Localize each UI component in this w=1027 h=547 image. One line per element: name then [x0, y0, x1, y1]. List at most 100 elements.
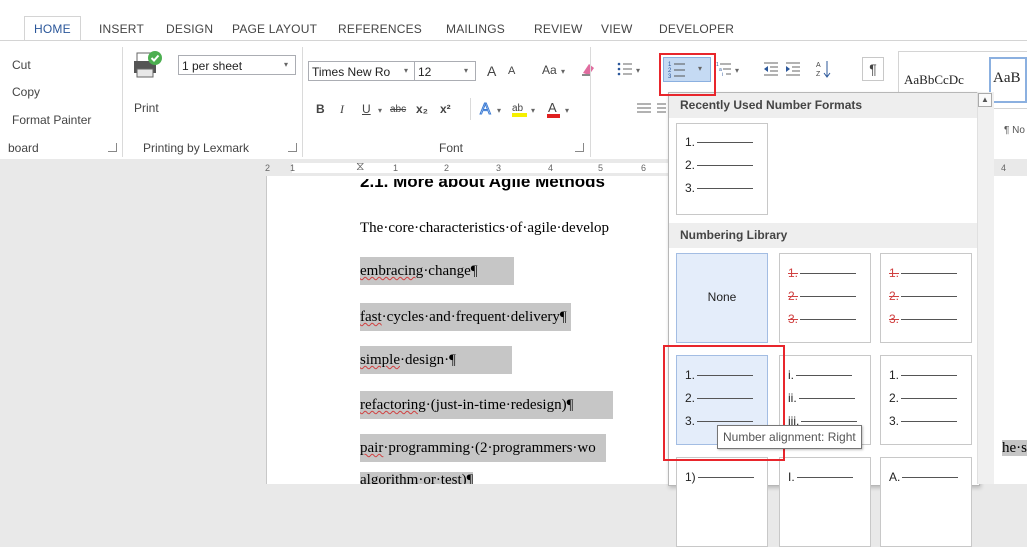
indent-marker-icon[interactable]: ⧖ — [356, 159, 364, 174]
copy-button[interactable]: Copy — [12, 85, 40, 99]
number-format-strikethrough[interactable]: 1. 2. 3. — [779, 253, 871, 343]
list-item-word: fast — [360, 309, 382, 325]
subscript-button[interactable]: x₂ — [416, 102, 428, 116]
tab-review[interactable]: REVIEW — [534, 22, 583, 36]
change-case-button[interactable]: Aa — [542, 63, 557, 77]
decrease-indent-icon[interactable] — [763, 61, 779, 77]
chevron-down-icon[interactable]: ▾ — [735, 66, 739, 75]
cut-button[interactable]: Cut — [12, 58, 31, 72]
printing-launcher-icon[interactable] — [288, 143, 297, 152]
numbering-button-highlight — [659, 53, 716, 96]
increase-indent-icon[interactable] — [785, 61, 801, 77]
list-item: refactoring·(just-in-time·redesign)¶ — [360, 391, 614, 419]
list-item-text: ·change¶ — [423, 263, 478, 279]
svg-text:Z: Z — [816, 71, 821, 78]
underline-button[interactable]: U — [362, 102, 371, 116]
chevron-down-icon[interactable]: ▾ — [404, 66, 408, 75]
style-heading-preview[interactable]: AaB — [993, 70, 1021, 87]
svg-text:A: A — [816, 62, 821, 69]
ruler-tick: 6 — [641, 163, 647, 173]
list-item-word: pair — [360, 440, 384, 456]
tab-home[interactable]: HOME — [24, 16, 81, 43]
bold-button[interactable]: B — [316, 102, 325, 116]
svg-text:A: A — [480, 101, 491, 117]
tab-view[interactable]: VIEW — [601, 22, 632, 36]
chevron-down-icon[interactable]: ▾ — [284, 60, 288, 69]
pages-per-sheet-select[interactable]: 1 per sheet — [178, 55, 296, 75]
ribbon-tab-bar: HOME INSERT DESIGN PAGE LAYOUT REFERENCE… — [0, 0, 1027, 43]
group-divider — [302, 47, 303, 157]
clipboard-launcher-icon[interactable] — [108, 143, 117, 152]
chevron-down-icon[interactable]: ▾ — [497, 106, 501, 115]
clipboard-group-label: board — [8, 141, 39, 155]
document-paragraph: The·core·characteristics·of·agile·develo… — [360, 220, 610, 236]
tooltip: Number alignment: Right — [717, 425, 862, 449]
clear-formatting-icon[interactable] — [580, 61, 596, 77]
tab-references[interactable]: REFERENCES — [338, 22, 422, 36]
list-item-text: ·design·¶ — [400, 352, 456, 368]
chevron-down-icon[interactable]: ▾ — [464, 66, 468, 75]
group-divider — [122, 47, 123, 157]
chevron-down-icon[interactable]: ▾ — [636, 66, 640, 75]
list-item-word: simple — [360, 352, 400, 368]
list-item-text: algorithm·or·test)¶ — [360, 472, 474, 484]
font-name-select[interactable]: Times New Ro — [308, 61, 415, 81]
tab-design[interactable]: DESIGN — [166, 22, 213, 36]
number-format-paren[interactable]: 1) — [676, 457, 768, 547]
list-item-text: ·cycles·and·frequent·delivery¶ — [381, 309, 567, 325]
font-launcher-icon[interactable] — [575, 143, 584, 152]
text-effects-icon[interactable]: A — [478, 99, 496, 119]
show-formatting-marks-icon[interactable]: ¶ — [862, 57, 884, 81]
number-format-alpha-upper[interactable]: A. — [880, 457, 972, 547]
tab-page-layout[interactable]: PAGE LAYOUT — [232, 22, 317, 36]
chevron-down-icon[interactable]: ▾ — [531, 106, 535, 115]
number-format-roman-upper[interactable]: I. — [779, 457, 871, 547]
ruler-tick: 1 — [393, 163, 399, 173]
chevron-down-icon[interactable]: ▾ — [561, 67, 565, 76]
number-format-numeric-alt[interactable]: 1. 2. 3. — [880, 355, 972, 445]
svg-text:ab: ab — [512, 103, 524, 114]
group-divider — [590, 47, 591, 157]
numbering-library-header: Numbering Library — [669, 223, 979, 248]
tab-mailings[interactable]: MAILINGS — [446, 22, 505, 36]
superscript-button[interactable]: x² — [440, 102, 451, 116]
svg-text:i: i — [722, 72, 723, 77]
chevron-down-icon[interactable]: ▾ — [565, 106, 569, 115]
list-item: simple·design·¶ — [360, 346, 512, 374]
list-item-text: ·programming·(2·programmers·wo — [383, 440, 596, 456]
list-item: fast·cycles·and·frequent·delivery¶ — [360, 303, 571, 331]
tab-developer[interactable]: DEVELOPER — [659, 22, 734, 36]
italic-button[interactable]: I — [340, 102, 344, 117]
list-item: algorithm·or·test)¶ — [360, 472, 474, 484]
ruler-tick: 3 — [496, 163, 502, 173]
print-button[interactable]: Print — [134, 101, 159, 115]
scroll-up-icon[interactable]: ▲ — [978, 93, 992, 107]
chevron-down-icon[interactable]: ▾ — [378, 106, 382, 115]
shrink-font-button[interactable]: A — [508, 65, 515, 77]
number-format-strikethrough[interactable]: 1. 2. 3. — [880, 253, 972, 343]
highlight-color-icon[interactable]: ab — [510, 99, 530, 119]
format-painter-button[interactable]: Format Painter — [12, 113, 91, 127]
number-format-none[interactable]: None — [676, 253, 768, 343]
multilevel-list-icon[interactable]: 1ai — [716, 61, 732, 78]
center-icon[interactable] — [656, 101, 666, 117]
style-normal-preview[interactable]: AaBbCcDc — [904, 72, 964, 88]
tab-insert[interactable]: INSERT — [99, 22, 144, 36]
grow-font-button[interactable]: A — [487, 63, 496, 79]
dropdown-scrollbar[interactable] — [977, 92, 994, 484]
recent-number-format[interactable]: 1. 2. 3. — [676, 123, 768, 215]
list-item: pair·programming·(2·programmers·wo — [360, 434, 606, 462]
style-label: ¶ No — [1004, 125, 1025, 136]
sort-icon[interactable]: AZ — [815, 59, 833, 79]
divider — [470, 98, 471, 120]
strikethrough-button[interactable]: abc — [390, 104, 406, 115]
ruler-active-area — [292, 163, 682, 173]
font-color-icon[interactable]: A — [545, 99, 563, 119]
printing-group-label: Printing by Lexmark — [143, 141, 250, 155]
bullets-icon[interactable] — [617, 61, 633, 77]
ruler-tick: 2 — [444, 163, 450, 173]
align-left-icon[interactable] — [636, 101, 652, 117]
printer-icon[interactable] — [133, 49, 163, 83]
svg-text:A: A — [548, 100, 557, 115]
ruler-tick: 2 — [265, 163, 271, 173]
